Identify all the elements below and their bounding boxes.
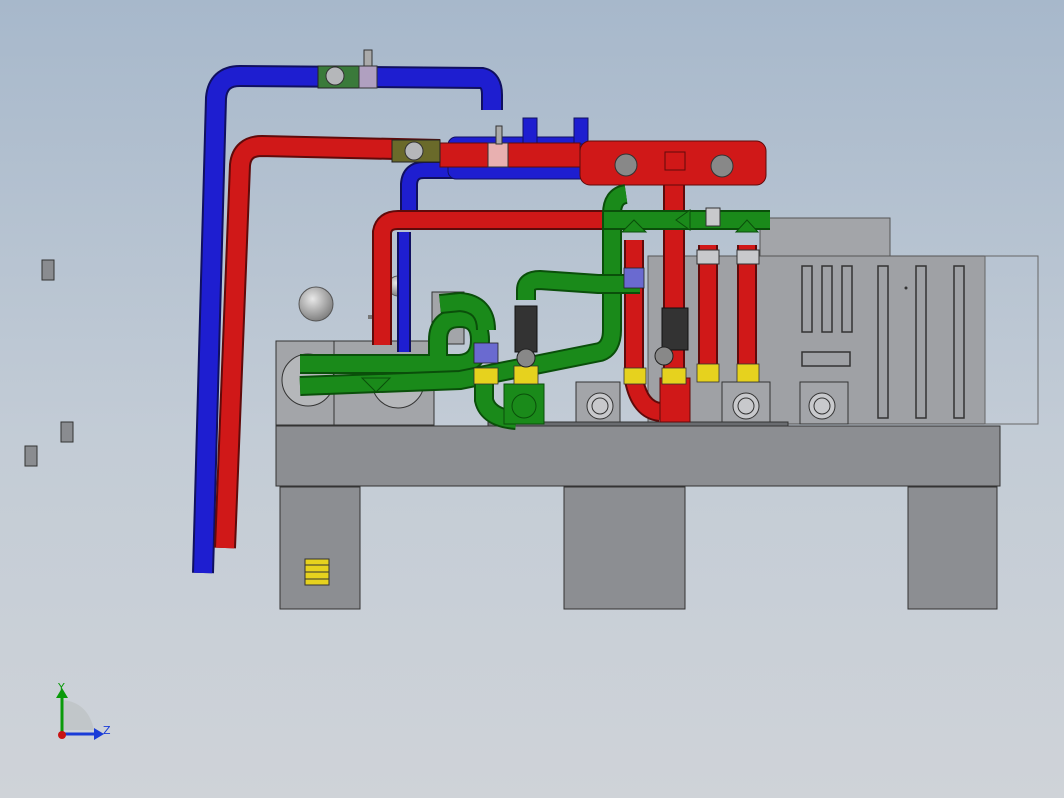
loose-fitting[interactable] <box>24 445 38 467</box>
insulation-bands <box>473 363 760 385</box>
frame-leg-middle[interactable] <box>563 486 686 610</box>
frame-leg-left[interactable] <box>279 486 361 610</box>
flex-hose[interactable] <box>661 307 689 351</box>
flex-hose[interactable] <box>514 305 538 353</box>
axis-triad: Y Z <box>56 681 111 740</box>
spring-coupling[interactable] <box>304 558 330 586</box>
pump[interactable] <box>575 381 621 425</box>
loose-fitting[interactable] <box>41 259 55 281</box>
frame-leg-right[interactable] <box>907 486 998 610</box>
skid-frame[interactable] <box>275 425 1001 610</box>
pump[interactable] <box>799 381 849 425</box>
valve-blue-line[interactable] <box>317 49 378 89</box>
y-axis-label: Y <box>57 681 65 694</box>
loose-fitting[interactable] <box>60 421 74 443</box>
x-axis-origin <box>58 731 66 739</box>
cad-viewport[interactable]: Y Z <box>0 0 1064 798</box>
z-axis-label: Z <box>103 724 111 737</box>
expansion-tank[interactable] <box>298 286 334 322</box>
pump[interactable] <box>721 381 771 425</box>
